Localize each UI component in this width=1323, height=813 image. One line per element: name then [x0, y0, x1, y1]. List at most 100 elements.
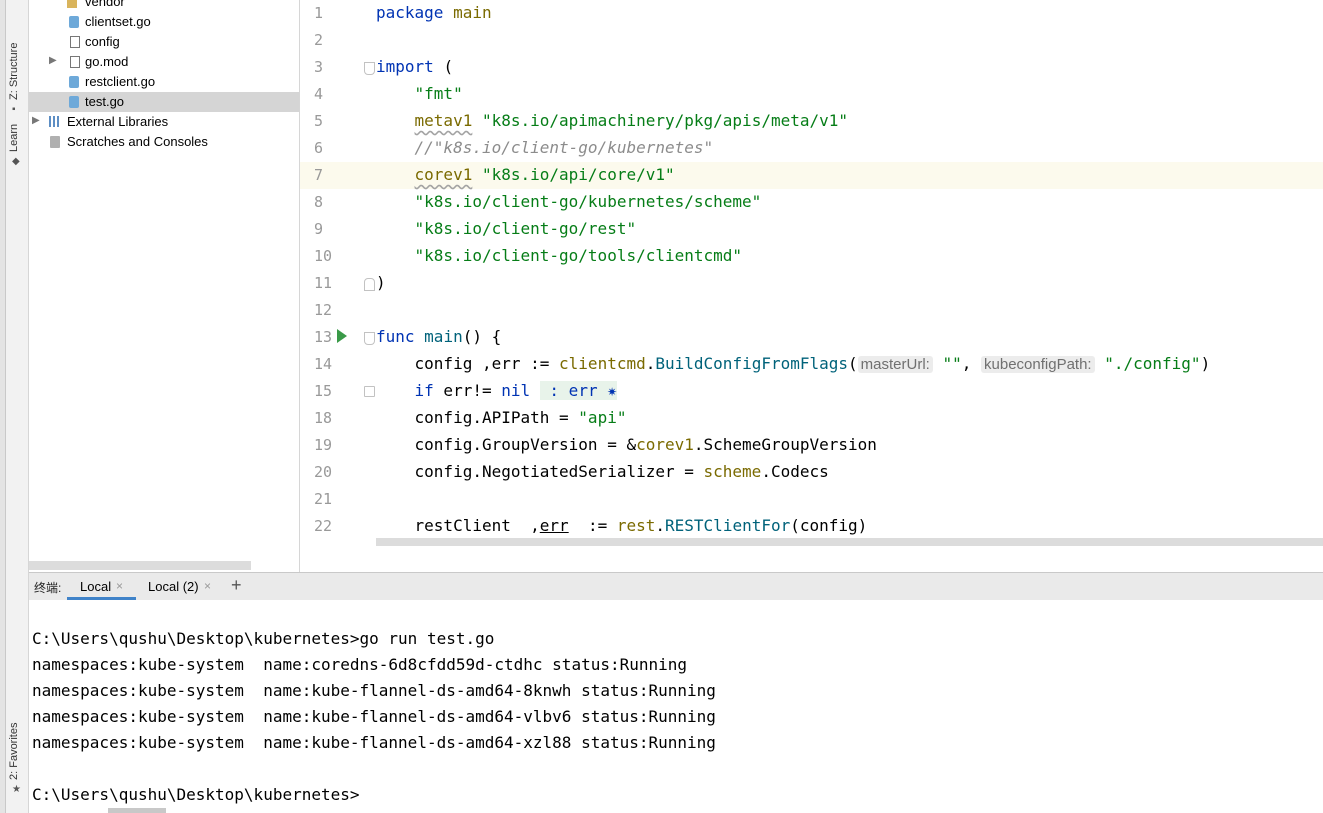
code-text: :=	[568, 516, 617, 535]
line-number: 20	[314, 463, 333, 481]
keyword: package	[376, 3, 444, 22]
folded-code-chip[interactable]: : err ✷	[539, 381, 617, 400]
star-icon: ★	[12, 784, 21, 795]
editor-horizontal-scrollbar[interactable]	[376, 538, 1323, 546]
paren: )	[376, 273, 386, 292]
code-text: config.NegotiatedSerializer =	[414, 462, 704, 481]
fold-marker-icon[interactable]	[364, 62, 375, 75]
tree-item-config[interactable]: config	[29, 32, 299, 52]
code-line: 5 metav1 "k8s.io/apimachinery/pkg/apis/m…	[300, 108, 1323, 135]
tab-label: Local (2)	[148, 579, 199, 594]
string-literal: "api"	[578, 408, 627, 427]
code-line: 19 config.GroupVersion = &corev1.SchemeG…	[300, 432, 1323, 459]
favorites-tool-tab[interactable]: 2: Favorites	[8, 723, 20, 780]
expand-arrow-icon[interactable]: ▶	[49, 55, 57, 66]
param-hint: kubeconfigPath:	[981, 356, 1095, 373]
go-file-icon	[69, 96, 79, 108]
code-line: 11 )	[300, 270, 1323, 297]
terminal-tab-bar: 终端: Local × Local (2) × +	[29, 572, 1323, 601]
package-ref: rest	[616, 516, 656, 535]
import-alias: metav1	[414, 111, 473, 130]
import-alias: corev1	[414, 165, 473, 184]
line-number: 12	[314, 301, 333, 319]
code-text: config.APIPath =	[414, 408, 579, 427]
go-file-icon	[69, 16, 79, 28]
package-ref: clientcmd	[559, 354, 646, 373]
terminal-horizontal-scrollbar[interactable]	[108, 808, 166, 813]
string-literal: "fmt"	[414, 84, 463, 103]
tab-local-2[interactable]: Local (2) ×	[137, 573, 217, 600]
line-number: 18	[314, 409, 333, 427]
string-literal: "k8s.io/client-go/rest"	[414, 219, 637, 238]
add-terminal-button[interactable]: +	[231, 575, 242, 596]
line-number: 11	[314, 274, 333, 292]
code-text: )	[1200, 354, 1211, 373]
tree-item-label: restclient.go	[85, 74, 156, 89]
code-line: 2	[300, 27, 1323, 54]
code-line: 4 "fmt"	[300, 81, 1323, 108]
line-number: 4	[314, 85, 324, 103]
folder-icon	[67, 0, 77, 8]
line-number: 19	[314, 436, 333, 454]
tree-item-label: go.mod	[85, 54, 129, 69]
file-icon	[70, 56, 80, 68]
line-number: 14	[314, 355, 333, 373]
tree-item-vendor[interactable]: vendor	[29, 0, 299, 12]
line-number: 21	[314, 490, 333, 508]
code-line: 1 package main	[300, 0, 1323, 27]
terminal-output[interactable]: C:\Users\qushu\Desktop\kubernetes>go run…	[29, 600, 1323, 813]
line-number: 10	[314, 247, 333, 265]
keyword: func	[376, 327, 415, 346]
go-file-icon	[69, 76, 79, 88]
code-line: 22 restClient ,err := rest.RESTClientFor…	[300, 513, 1323, 540]
structure-icon: ▪	[12, 104, 16, 115]
structure-tool-tab[interactable]: Z: Structure	[8, 43, 20, 100]
tab-local[interactable]: Local ×	[67, 573, 136, 600]
tree-item-clientset-go[interactable]: clientset.go	[29, 12, 299, 32]
string-literal: ""	[932, 354, 962, 373]
tree-item-external-libraries[interactable]: ▶ External Libraries	[29, 112, 299, 132]
code-line: 3 import (	[300, 54, 1323, 81]
file-icon	[70, 36, 80, 48]
learn-icon: ◆	[12, 156, 20, 167]
close-icon[interactable]: ×	[204, 579, 211, 593]
string-literal: "./config"	[1094, 354, 1201, 373]
fold-marker-icon[interactable]	[364, 278, 375, 291]
fold-marker-icon[interactable]	[364, 332, 375, 345]
expand-arrow-icon[interactable]: ▶	[32, 115, 40, 126]
close-icon[interactable]: ×	[116, 579, 123, 593]
project-tree-panel: vendor clientset.go config ▶ go.mod rest…	[29, 0, 300, 572]
code-editor[interactable]: 1 package main 2 3 import ( 4 "fmt" 5 me…	[300, 0, 1323, 572]
keyword: import	[376, 57, 434, 76]
tab-label: Local	[80, 579, 112, 594]
library-icon	[49, 116, 59, 127]
line-number: 3	[314, 58, 324, 76]
code-text: restClient ,	[414, 516, 540, 535]
tree-item-scratches[interactable]: Scratches and Consoles	[29, 132, 299, 152]
paren: (	[443, 57, 454, 76]
line-number: 6	[314, 139, 324, 157]
fold-marker-icon[interactable]	[364, 386, 375, 397]
code-text: ,	[961, 354, 982, 373]
code-text: config.GroupVersion = &	[414, 435, 637, 454]
tree-item-label: External Libraries	[67, 114, 169, 129]
signature: () {	[462, 327, 502, 346]
run-gutter-icon[interactable]	[337, 329, 347, 343]
tree-item-go-mod[interactable]: ▶ go.mod	[29, 52, 299, 72]
scratches-icon	[50, 136, 60, 148]
tree-item-label: test.go	[85, 94, 125, 109]
terminal-line: namespaces:kube-system name:kube-flannel…	[32, 733, 716, 752]
code-text: (	[848, 354, 858, 373]
terminal-line: namespaces:kube-system name:coredns-6d8c…	[32, 655, 688, 674]
tree-horizontal-scrollbar[interactable]	[29, 561, 251, 570]
code-line: 20 config.NegotiatedSerializer = scheme.…	[300, 459, 1323, 486]
strip-edge	[0, 0, 6, 813]
code-line: 13 func main() {	[300, 324, 1323, 351]
keyword: if	[414, 381, 434, 400]
tree-item-restclient-go[interactable]: restclient.go	[29, 72, 299, 92]
learn-tool-tab[interactable]: Learn	[8, 124, 20, 152]
tree-item-label: config	[85, 34, 120, 49]
code-line: 15 if err!= nil : err ✷	[300, 378, 1323, 405]
tree-item-test-go[interactable]: test.go	[29, 92, 299, 112]
package-ref: corev1	[636, 435, 694, 454]
